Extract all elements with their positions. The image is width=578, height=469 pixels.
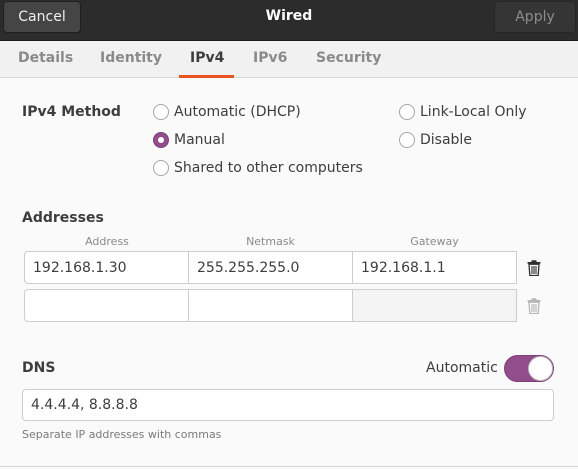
radio-disable[interactable]: Disable: [399, 132, 472, 148]
column-header-address: Address: [85, 235, 129, 248]
column-header-netmask: Netmask: [246, 235, 295, 248]
radio-indicator: [153, 160, 169, 176]
delete-row-button[interactable]: [516, 251, 552, 284]
header-bar: Cancel Wired Apply: [0, 0, 578, 41]
tab-identity[interactable]: Identity: [100, 50, 162, 66]
dns-label: DNS: [22, 360, 56, 376]
dns-hint: Separate IP addresses with commas: [22, 428, 222, 441]
address-field-empty[interactable]: [24, 289, 189, 322]
tab-ipv4[interactable]: IPv4: [190, 50, 224, 66]
divider: [0, 466, 578, 467]
radio-indicator: [399, 104, 415, 120]
netmask-field[interactable]: 255.255.255.0: [188, 251, 353, 284]
gateway-field[interactable]: 192.168.1.1: [352, 251, 517, 284]
dns-automatic-switch[interactable]: [504, 355, 554, 382]
radio-automatic-dhcp[interactable]: Automatic (DHCP): [153, 104, 301, 120]
radio-label: Shared to other computers: [174, 160, 363, 176]
trash-icon: [527, 297, 541, 314]
radio-label: Link-Local Only: [420, 104, 527, 120]
switch-knob: [528, 356, 553, 381]
radio-label: Manual: [174, 132, 225, 148]
address-field[interactable]: 192.168.1.30: [24, 251, 189, 284]
radio-shared[interactable]: Shared to other computers: [153, 160, 363, 176]
dialog-title: Wired: [265, 8, 313, 24]
radio-indicator: [399, 132, 415, 148]
tab-security[interactable]: Security: [316, 50, 381, 66]
dns-automatic-label: Automatic: [426, 360, 498, 376]
radio-indicator: [153, 104, 169, 120]
radio-label: Disable: [420, 132, 472, 148]
radio-indicator-checked: [153, 132, 169, 148]
ipv4-method-label: IPv4 Method: [22, 104, 121, 120]
trash-icon: [527, 259, 541, 276]
radio-link-local[interactable]: Link-Local Only: [399, 104, 527, 120]
tab-bar: Details Identity IPv4 IPv6 Security: [0, 41, 578, 78]
gateway-field-empty: [352, 289, 517, 322]
tab-ipv6[interactable]: IPv6: [253, 50, 287, 66]
tab-details[interactable]: Details: [18, 50, 73, 66]
apply-button[interactable]: Apply: [494, 1, 576, 33]
radio-label: Automatic (DHCP): [174, 104, 301, 120]
radio-manual[interactable]: Manual: [153, 132, 225, 148]
addresses-label: Addresses: [22, 210, 104, 226]
dns-field[interactable]: 4.4.4.4, 8.8.8.8: [22, 389, 554, 421]
active-tab-indicator: [179, 75, 234, 78]
column-header-gateway: Gateway: [410, 235, 459, 248]
netmask-field-empty[interactable]: [188, 289, 353, 322]
delete-row-button-disabled: [516, 289, 552, 322]
